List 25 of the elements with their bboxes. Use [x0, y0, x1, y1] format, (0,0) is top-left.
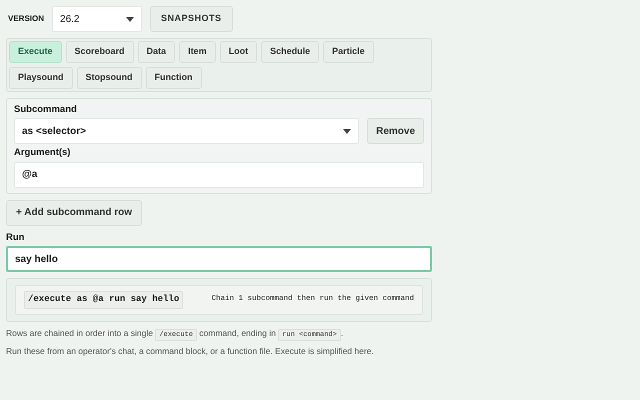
tab[interactable]: Execute	[9, 41, 62, 63]
tab[interactable]: Function	[146, 67, 202, 89]
run-field[interactable]: say hello	[6, 246, 432, 272]
tab[interactable]: Particle	[323, 41, 374, 63]
tab[interactable]: Stopsound	[76, 67, 142, 89]
tab[interactable]: Schedule	[261, 41, 320, 63]
subcommand-select[interactable]: as <selector>	[14, 118, 360, 144]
tab[interactable]: Loot	[220, 41, 258, 63]
tab[interactable]: Data	[138, 41, 176, 63]
field-label: Argument(s)	[14, 147, 72, 159]
caret-icon	[126, 16, 134, 22]
arguments-field[interactable]: @a	[14, 162, 424, 188]
caret-icon	[343, 128, 352, 134]
field-label: Subcommand	[14, 104, 78, 116]
tab[interactable]: Item	[179, 41, 216, 63]
add-row-button[interactable]: + Add subcommand row	[6, 200, 142, 226]
note-paragraph: Run these from an operator's chat, a command block, or a function file. Execute is simplified here.	[6, 346, 375, 357]
command-code: /execute as @a run say hello	[24, 291, 184, 309]
run-label: Run	[6, 232, 26, 244]
version-label: VERSION	[8, 13, 44, 25]
tab[interactable]: Scoreboard	[66, 41, 134, 63]
snapshots-button[interactable]: SNAPSHOTS	[150, 6, 233, 32]
remove-button[interactable]: Remove	[367, 118, 424, 144]
version-select[interactable]: 26.2	[52, 6, 142, 32]
tab[interactable]: Playsound	[9, 67, 73, 89]
